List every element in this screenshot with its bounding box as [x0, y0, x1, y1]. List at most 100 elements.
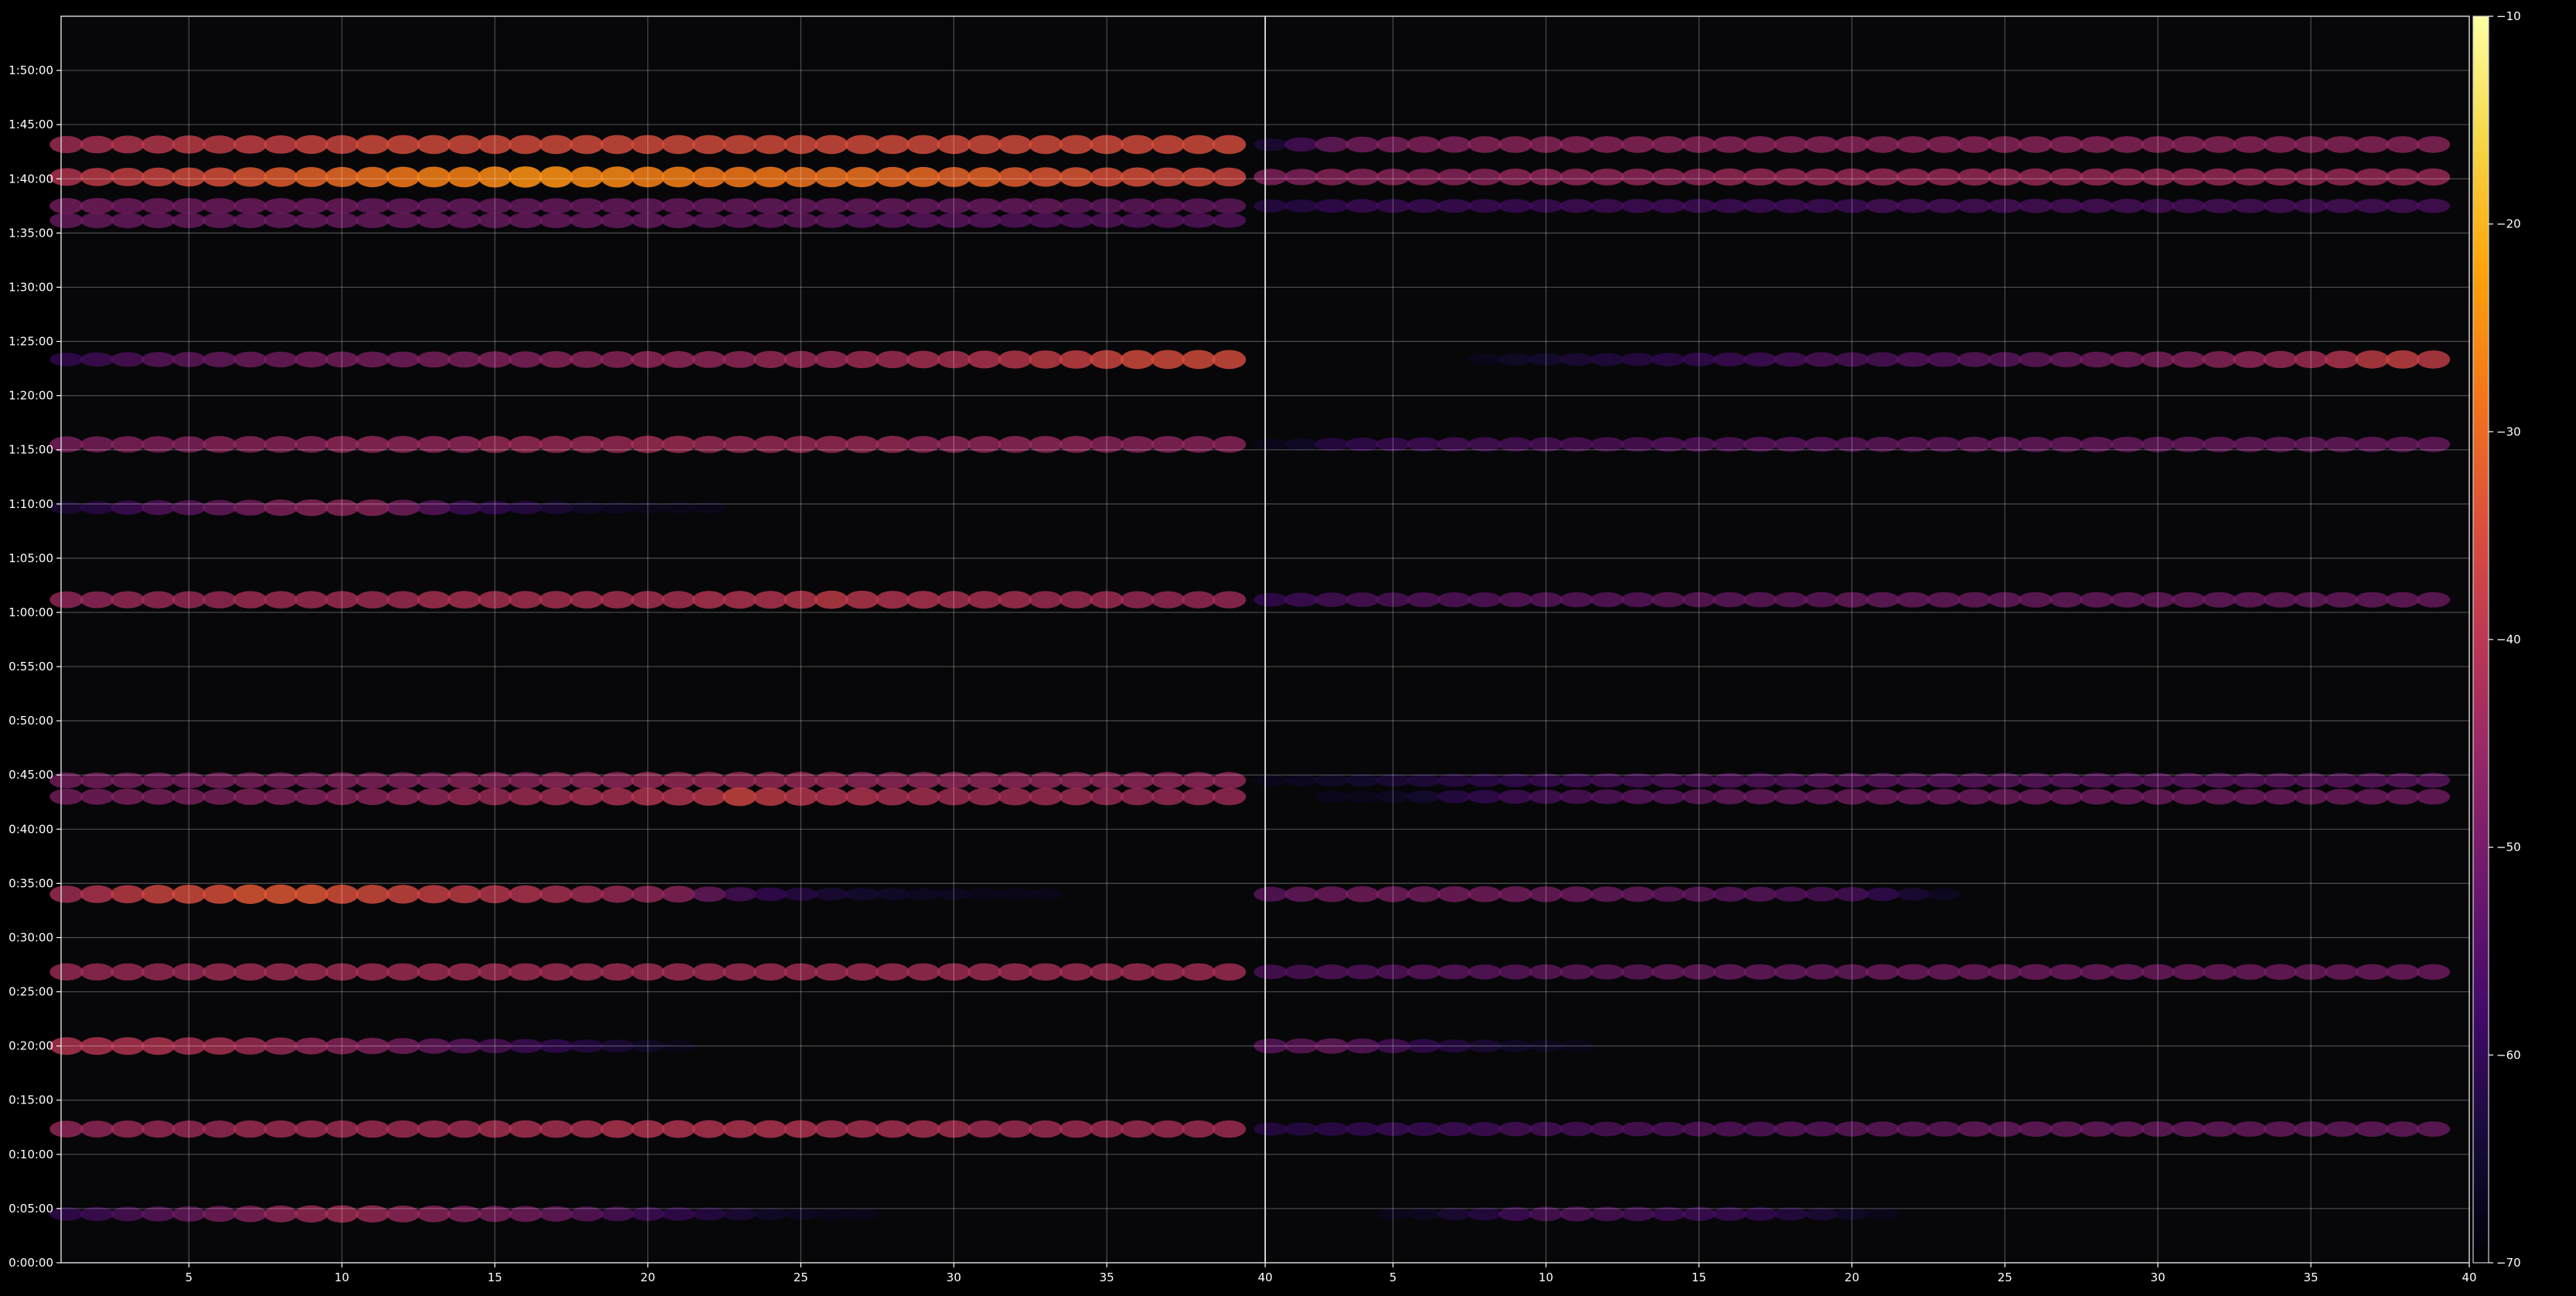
heatmap-cell	[80, 197, 114, 214]
heatmap-cell	[1804, 1121, 1838, 1137]
heatmap-cell	[722, 135, 757, 155]
heatmap-cell	[906, 435, 940, 453]
heatmap-cell	[2324, 789, 2359, 805]
heatmap-cell	[111, 135, 145, 154]
heatmap-cell	[1896, 352, 1930, 367]
heatmap-cell	[1559, 136, 1594, 153]
heatmap-cell	[264, 351, 298, 368]
heatmap-cell	[1284, 137, 1319, 152]
x-tick-label: 20	[1844, 1270, 1859, 1284]
heatmap-cell	[1621, 789, 1655, 804]
heatmap-cell	[1651, 592, 1686, 608]
heatmap-cell	[2355, 136, 2390, 153]
heatmap-cell	[233, 1120, 268, 1138]
heatmap-cell	[508, 963, 543, 981]
heatmap-cell	[539, 963, 573, 981]
heatmap-cell	[569, 135, 604, 155]
heatmap-cell	[1773, 592, 1808, 608]
heatmap-cell	[264, 135, 298, 154]
heatmap-cell	[722, 351, 757, 368]
heatmap-cell	[417, 500, 451, 516]
heatmap-cell	[1407, 1122, 1441, 1136]
heatmap-cell	[355, 885, 390, 904]
heatmap-cell	[661, 787, 696, 806]
heatmap-cell	[569, 435, 604, 453]
y-tick-label: 1:25:00	[9, 335, 53, 349]
heatmap-cell	[386, 351, 420, 368]
heatmap-cell	[2172, 199, 2206, 213]
heatmap-cell	[692, 886, 726, 902]
heatmap-cell	[1151, 772, 1186, 790]
heatmap-cell	[844, 213, 879, 228]
heatmap-cell	[875, 135, 909, 155]
heatmap-cell	[814, 198, 848, 214]
heatmap-cell	[814, 213, 848, 228]
heatmap-cell	[1559, 199, 1594, 213]
heatmap-cell	[2355, 199, 2390, 213]
heatmap-cell	[80, 789, 114, 805]
heatmap-cell	[2355, 592, 2390, 608]
heatmap-cell	[600, 351, 634, 368]
heatmap-cell	[80, 963, 114, 981]
heatmap-cell	[600, 1120, 634, 1138]
heatmap-cell	[753, 435, 787, 453]
heatmap-cell	[2263, 789, 2298, 805]
heatmap-cell	[1182, 963, 1216, 981]
heatmap-cell	[111, 963, 145, 981]
heatmap-cell	[111, 168, 145, 186]
heatmap-cell	[1151, 198, 1186, 214]
heatmap-cell	[1254, 886, 1288, 902]
heatmap-cell	[2202, 963, 2237, 981]
heatmap-cell	[967, 888, 1001, 900]
heatmap-cell	[539, 351, 573, 368]
heatmap-cell	[844, 888, 879, 901]
heatmap-cell	[1151, 963, 1186, 981]
heatmap-cell	[2080, 789, 2114, 805]
heatmap-cell	[2018, 352, 2052, 367]
heatmap-cell	[814, 590, 848, 609]
heatmap-cell	[753, 887, 787, 902]
heatmap-cell	[1712, 1121, 1747, 1137]
heatmap-cell	[2233, 592, 2267, 608]
heatmap-cell	[1151, 350, 1186, 370]
heatmap-cell	[1059, 1120, 1094, 1138]
heatmap-cell	[1029, 213, 1063, 228]
heatmap-cell	[1498, 353, 1533, 366]
y-tick-label: 0:55:00	[9, 660, 53, 674]
heatmap-cell	[447, 885, 482, 904]
heatmap-cell	[844, 135, 879, 155]
heatmap-cell	[49, 197, 84, 214]
heatmap-cell	[1651, 963, 1686, 980]
heatmap-cell	[1957, 1121, 1991, 1137]
heatmap-cell	[569, 213, 604, 228]
heatmap-cell	[2110, 136, 2144, 153]
heatmap-cell	[1712, 1207, 1747, 1221]
heatmap-cell	[386, 1206, 420, 1223]
heatmap-cell	[1315, 964, 1349, 980]
heatmap-cell	[2355, 350, 2390, 369]
heatmap-cell	[906, 963, 940, 981]
heatmap-cell	[386, 788, 420, 806]
heatmap-cell	[1284, 964, 1319, 980]
heatmap-cell	[998, 167, 1032, 187]
y-tick-label: 1:05:00	[9, 551, 53, 565]
heatmap-cell	[1029, 963, 1063, 981]
heatmap-cell	[203, 198, 237, 214]
heatmap-cell	[814, 1120, 848, 1138]
heatmap-cell	[844, 787, 879, 806]
heatmap-cell	[1029, 591, 1063, 609]
x-tick-label: 40	[2462, 1270, 2476, 1284]
heatmap-cell	[294, 351, 329, 368]
heatmap-cell	[2049, 136, 2083, 153]
heatmap-cell	[569, 198, 604, 214]
heatmap-cell	[1151, 788, 1186, 806]
y-tick-label: 0:00:00	[9, 1256, 53, 1270]
heatmap-cell	[569, 963, 604, 981]
heatmap-cell	[1120, 591, 1155, 609]
heatmap-cell	[1559, 1121, 1594, 1137]
heatmap-cell	[2018, 592, 2052, 608]
heatmap-cell	[1182, 135, 1216, 155]
heatmap-cell	[447, 788, 482, 806]
heatmap-cell	[998, 435, 1032, 453]
heatmap-cell	[1651, 1121, 1686, 1137]
